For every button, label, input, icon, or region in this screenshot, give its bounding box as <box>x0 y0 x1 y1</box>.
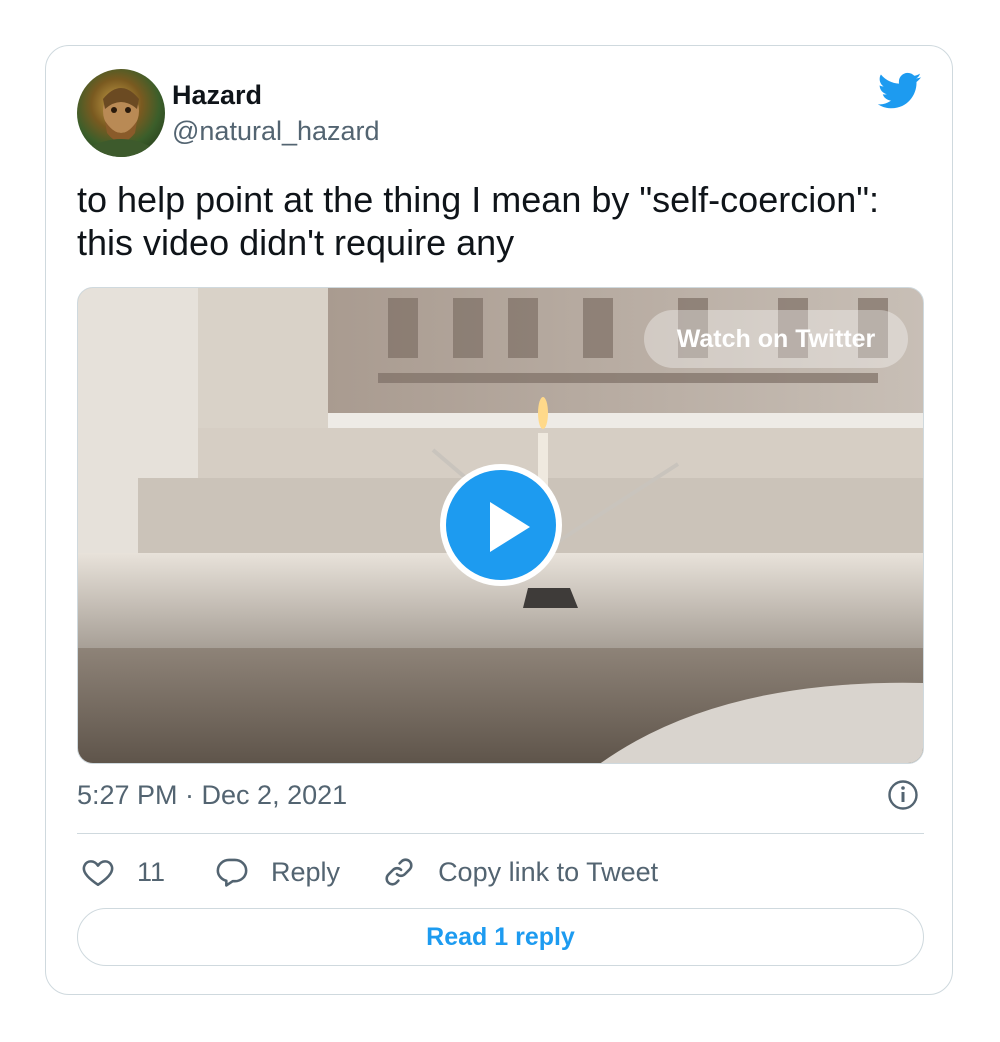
reply-label: Reply <box>271 856 341 887</box>
play-button[interactable] <box>440 464 562 586</box>
read-replies-button[interactable]: Read 1 reply <box>77 908 924 966</box>
twitter-bird-icon[interactable] <box>878 72 922 110</box>
play-icon <box>490 502 530 552</box>
avatar[interactable] <box>77 69 165 157</box>
heart-icon <box>82 860 114 887</box>
link-icon <box>385 858 413 886</box>
tweet-text: to help point at the thing I mean by "se… <box>77 179 880 263</box>
like-button[interactable]: 11 <box>77 855 165 889</box>
speech-bubble-icon <box>216 858 248 887</box>
action-bar: 11 Reply Copy link to Tweet <box>77 852 658 892</box>
avatar-image <box>87 88 155 157</box>
info-icon[interactable] <box>888 780 918 810</box>
tweet-timestamp[interactable]: 5:27 PM · Dec 2, 2021 <box>77 780 347 811</box>
video-media[interactable]: Watch on Twitter <box>77 287 924 764</box>
copy-link-button[interactable]: Copy link to Tweet <box>382 855 658 889</box>
copy-link-label: Copy link to Tweet <box>438 856 659 887</box>
tweet-card: Hazard @natural_hazard to help point at … <box>45 45 953 995</box>
author-name[interactable]: Hazard <box>172 80 262 111</box>
play-button-circle <box>446 470 556 580</box>
watch-on-twitter-button[interactable]: Watch on Twitter <box>644 310 908 368</box>
divider <box>77 833 924 834</box>
reply-button[interactable]: Reply <box>215 855 340 889</box>
like-count: 11 <box>137 856 166 887</box>
author-handle[interactable]: @natural_hazard <box>172 116 380 147</box>
